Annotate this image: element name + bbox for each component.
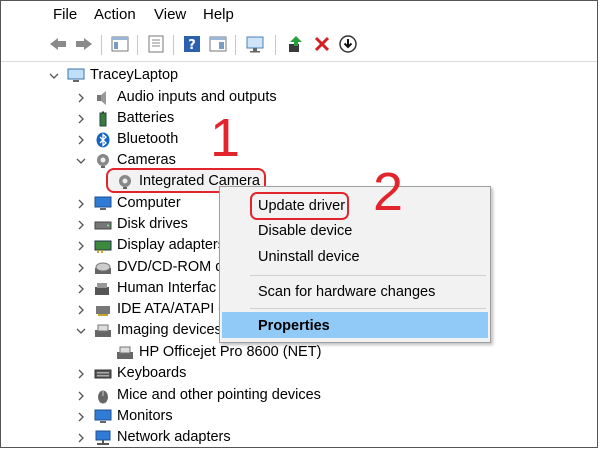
chevron-right-icon[interactable] [76,305,86,315]
display-adapter-icon [94,237,112,255]
tree-item-batteries[interactable]: Batteries [76,108,174,129]
tree-item-label: Imaging devices [117,322,222,338]
tree-item-label: Display adapters [117,237,225,253]
action-pane-icon[interactable] [207,33,229,55]
ide-icon [94,301,112,319]
disk-drive-icon [94,216,112,234]
ctx-update-driver[interactable]: Update driver [258,196,345,216]
chevron-down-icon[interactable] [76,156,86,166]
printer-icon [116,344,134,362]
ctx-properties[interactable]: Properties [258,316,330,336]
tree-item-dvd[interactable]: DVD/CD-ROM d [76,257,223,278]
callout-number-one: 1 [210,108,241,168]
tree-item-label: Keyboards [117,365,187,381]
ctx-scan-hardware[interactable]: Scan for hardware changes [258,282,435,302]
chevron-right-icon[interactable] [76,433,86,443]
network-icon [94,429,112,447]
chevron-right-icon[interactable] [76,220,86,230]
tree-item-label: DVD/CD-ROM d [117,259,224,275]
tree-item-audio[interactable]: Audio inputs and outputs [76,87,277,108]
tree-item-label: Disk drives [117,216,188,232]
forward-arrow-icon[interactable] [73,33,95,55]
tree-item-label: Computer [117,195,181,211]
chevron-right-icon[interactable] [76,412,86,422]
tree-root-label: TraceyLaptop [90,67,179,83]
tree-item-label: IDE ATA/ATAPI c [117,301,226,317]
menu-bar: File Action View Help [1,1,597,29]
chevron-right-icon[interactable] [76,391,86,401]
ctx-uninstall-device[interactable]: Uninstall device [258,247,360,267]
tree-item-label: HP Officejet Pro 8600 (NET) [139,344,322,360]
monitor-icon [94,408,112,426]
tree-item-label: Network adapters [117,429,231,445]
chevron-right-icon[interactable] [76,284,86,294]
tree-root[interactable]: TraceyLaptop [49,65,178,86]
tree-item-monitors[interactable]: Monitors [76,406,173,427]
menu-file[interactable]: File [53,6,77,23]
tree-item-hp-officejet[interactable]: HP Officejet Pro 8600 (NET) [116,342,321,363]
tree-item-label: Monitors [117,408,173,424]
tree-item-label: Mice and other pointing devices [117,387,321,403]
chevron-right-icon[interactable] [76,199,86,209]
battery-icon [94,110,112,128]
hid-icon [94,280,112,298]
chevron-down-icon[interactable] [49,71,59,81]
webcam-icon [94,152,112,170]
webcam-icon [116,173,134,191]
tree-item-label: Bluetooth [117,131,179,147]
ctx-disable-device[interactable]: Disable device [258,221,352,241]
help-icon[interactable]: ? [181,33,203,55]
toolbar-divider [1,61,597,62]
tree-item-computer[interactable]: Computer [76,193,181,214]
tree-item-mice[interactable]: Mice and other pointing devices [76,385,321,406]
chevron-down-icon[interactable] [76,326,86,336]
update-driver-toolbar-icon[interactable] [285,33,307,55]
computer-icon [94,195,112,213]
tree-item-imaging-devices[interactable]: Imaging devices [76,320,222,341]
tree-item-ide-ata[interactable]: IDE ATA/ATAPI c [76,299,226,320]
tree-item-keyboards[interactable]: Keyboards [76,363,186,384]
toolbar: ? [1,29,597,59]
tree-item-label: Audio inputs and outputs [117,89,277,105]
tree-item-human-interface[interactable]: Human Interfac [76,278,216,299]
chevron-right-icon[interactable] [76,241,86,251]
keyboard-icon [94,365,112,383]
tree-item-display-adapters[interactable]: Display adapters [76,235,225,256]
properties-sheet-icon[interactable] [145,33,167,55]
monitor-scan-icon[interactable] [245,33,267,55]
menu-action[interactable]: Action [94,6,136,23]
console-tree-icon[interactable] [109,33,131,55]
callout-number-two: 2 [373,162,404,222]
speaker-icon [94,89,112,107]
imaging-icon [94,322,112,340]
mouse-icon [94,387,112,405]
ctx-separator [250,308,486,309]
context-menu: Update driver Disable device Uninstall d… [219,186,491,343]
computer-icon [67,67,85,85]
tree-item-label: Human Interfac [117,280,217,296]
chevron-right-icon[interactable] [76,93,86,103]
menu-help[interactable]: Help [203,6,234,23]
svg-text:?: ? [188,38,196,53]
back-arrow-icon[interactable] [47,33,69,55]
dvd-icon [94,259,112,277]
device-manager-window: File Action View Help ? TraceyLaptop Aud… [0,0,598,448]
chevron-right-icon[interactable] [76,369,86,379]
chevron-right-icon[interactable] [76,114,86,124]
ctx-separator [250,275,486,276]
disable-device-icon[interactable] [337,33,359,55]
tree-item-network-adapters[interactable]: Network adapters [76,427,231,447]
tree-item-bluetooth[interactable]: Bluetooth [76,129,178,150]
tree-item-label: Batteries [117,110,175,126]
uninstall-x-icon[interactable] [311,33,333,55]
bluetooth-icon [94,131,112,149]
tree-item-disk-drives[interactable]: Disk drives [76,214,188,235]
chevron-right-icon[interactable] [76,135,86,145]
chevron-right-icon[interactable] [76,263,86,273]
menu-view[interactable]: View [154,6,186,23]
